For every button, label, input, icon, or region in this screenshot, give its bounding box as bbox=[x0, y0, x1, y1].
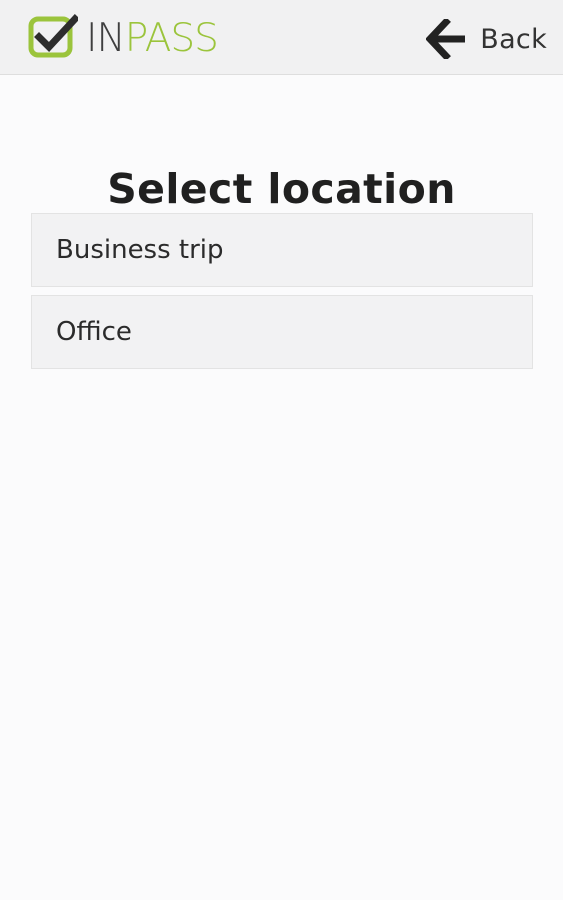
location-option-office[interactable]: Office bbox=[31, 295, 533, 369]
location-option-business-trip[interactable]: Business trip bbox=[31, 213, 533, 287]
location-list: Business trip Office bbox=[31, 213, 533, 377]
checkbox-check-icon bbox=[28, 14, 78, 58]
back-button[interactable]: Back bbox=[426, 18, 547, 60]
logo-wordmark: INPASS bbox=[86, 15, 219, 61]
logo-wordmark-prefix: IN bbox=[86, 15, 126, 61]
inpass-logo: INPASS bbox=[28, 14, 219, 61]
app-screen: INPASS Back Select location Business tri… bbox=[0, 0, 563, 900]
page-title: Select location bbox=[107, 165, 456, 214]
arrow-left-icon bbox=[426, 19, 466, 59]
app-header: INPASS Back bbox=[0, 0, 563, 75]
logo-wordmark-suffix: PASS bbox=[124, 15, 219, 61]
back-label[interactable]: Back bbox=[480, 26, 547, 53]
